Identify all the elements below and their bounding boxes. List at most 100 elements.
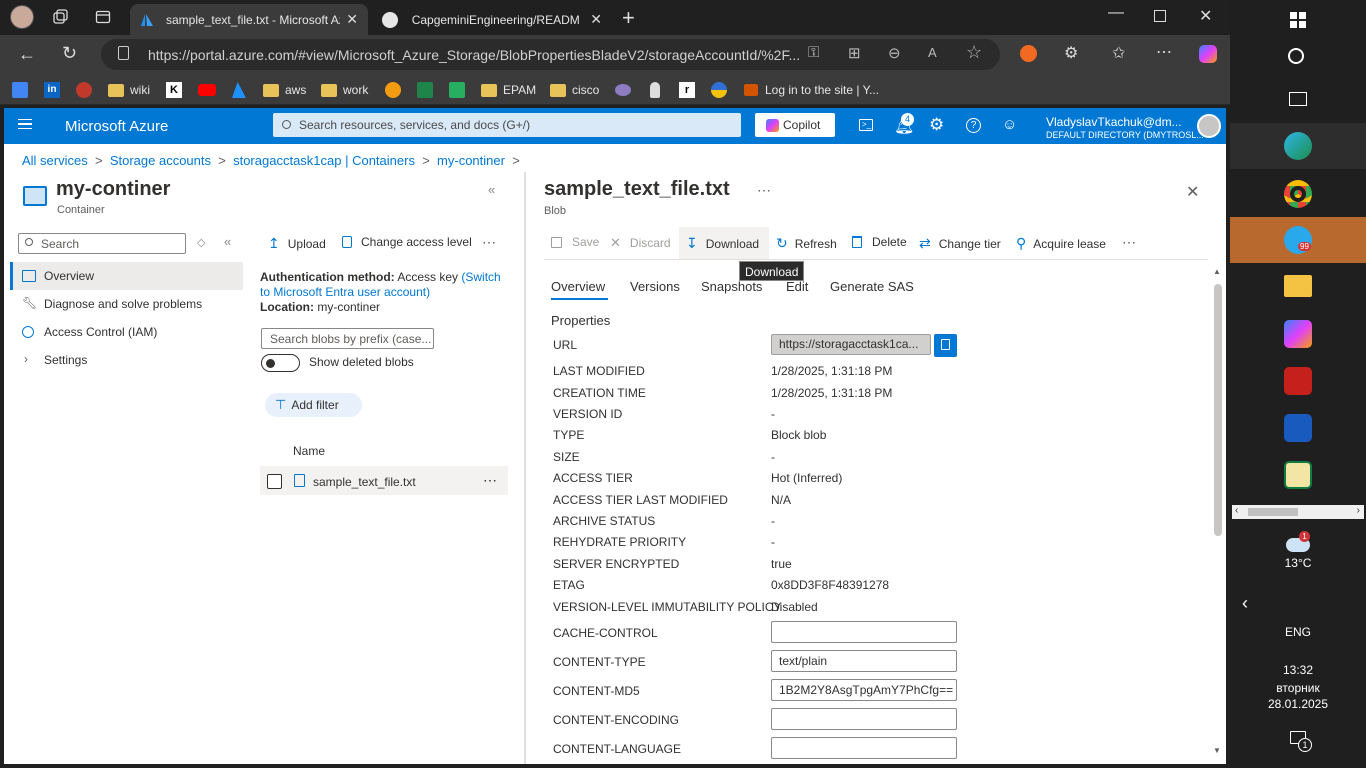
sidebar-item-iam[interactable]: Access Control (IAM) (10, 318, 243, 346)
discard-button[interactable]: ✕ Discard (610, 235, 671, 251)
taskbar-hscroll[interactable]: ‹ › (1232, 505, 1364, 519)
column-name-header[interactable]: Name (293, 444, 325, 458)
new-tab-button[interactable]: + (622, 5, 635, 31)
blob-more-icon[interactable]: ⋯ (757, 182, 771, 199)
bookmark-linkedin-icon[interactable]: in (44, 82, 60, 98)
row-checkbox[interactable] (267, 474, 282, 489)
bookmark-green-icon[interactable] (417, 82, 433, 98)
save-button[interactable]: Save (551, 235, 599, 249)
property-input[interactable]: 1B2M2Y8AsgTpgAmY7PhCfg== (771, 679, 957, 701)
sidebar-item-overview[interactable]: Overview (10, 262, 243, 290)
copy-url-button[interactable] (934, 334, 957, 357)
user-avatar[interactable] (1197, 114, 1221, 138)
more-icon[interactable]: ⋯ (482, 234, 496, 251)
language-indicator[interactable]: ENG (1230, 625, 1366, 639)
read-aloud-icon[interactable]: A (928, 45, 937, 60)
minimize-button[interactable]: — (1108, 4, 1124, 22)
add-filter-button[interactable]: ⊤ Add filter (265, 393, 362, 417)
cloud-shell-icon[interactable]: >_ (859, 119, 873, 131)
bookmark-r-icon[interactable]: r (679, 82, 695, 98)
menu-search-input[interactable]: Search (18, 233, 186, 254)
close-icon[interactable]: ✕ (346, 11, 358, 28)
global-search-input[interactable]: Search resources, services, and docs (G+… (273, 113, 741, 137)
bookmark-eye-icon[interactable] (615, 84, 631, 96)
scroll-down-button[interactable]: ▼ (1213, 746, 1221, 755)
hamburger-menu-icon[interactable] (18, 119, 32, 129)
property-input[interactable] (771, 737, 957, 759)
row-more-icon[interactable]: ⋯ (483, 472, 497, 489)
bookmark-ua-icon[interactable] (711, 82, 727, 98)
more-icon[interactable]: ⋯ (1156, 42, 1172, 62)
tab-edit[interactable]: Edit (786, 279, 808, 294)
collapse-menu-icon[interactable]: « (224, 234, 231, 249)
download-button[interactable]: ↧ Download (686, 235, 759, 252)
bookmark-login[interactable]: Log in to the site | Y... (744, 81, 879, 99)
close-window-button[interactable]: ✕ (1199, 6, 1212, 26)
lock-icon[interactable] (118, 46, 129, 60)
property-input[interactable] (771, 708, 957, 730)
bookmark-cisco[interactable]: cisco (550, 81, 599, 99)
sidebar-item-diagnose[interactable]: 🔧︎ Diagnose and solve problems (10, 290, 243, 318)
sort-icon[interactable]: ◇ (197, 236, 205, 249)
scrollbar-thumb[interactable] (1248, 508, 1298, 516)
scroll-up-button[interactable]: ▲ (1213, 267, 1221, 276)
change-access-level-button[interactable]: Change access level (342, 235, 472, 249)
delete-button[interactable]: Delete (852, 235, 907, 249)
acquire-lease-button[interactable]: ⚲ Acquire lease (1016, 235, 1106, 252)
scroll-right-icon[interactable]: › (1357, 505, 1360, 516)
word-icon[interactable] (1284, 414, 1312, 442)
bookmark-gtranslate-icon[interactable] (12, 82, 28, 98)
extensions-icon[interactable]: ⚙ (1064, 43, 1078, 63)
bookmark-aws[interactable]: aws (263, 81, 306, 99)
refresh-icon[interactable]: ↻ (62, 43, 77, 64)
clock-time[interactable]: 13:32 (1230, 663, 1366, 677)
edge-icon[interactable] (1284, 132, 1312, 160)
collapse-icon[interactable]: « (488, 182, 495, 197)
windows-start-icon[interactable] (1290, 12, 1306, 28)
blob-name-link[interactable]: sample_text_file.txt (313, 475, 416, 489)
change-tier-button[interactable]: ⇄ Change tier (919, 235, 1001, 252)
tab-actions-icon[interactable] (94, 8, 112, 26)
property-input[interactable]: text/plain (771, 650, 957, 672)
breadcrumb-item[interactable]: All services (22, 153, 88, 168)
breadcrumb-item[interactable]: storagacctask1cap | Containers (233, 153, 415, 168)
scroll-left-icon[interactable]: ‹ (1235, 505, 1238, 516)
property-input[interactable] (771, 621, 957, 643)
copilot-sidebar-icon[interactable] (1199, 45, 1217, 63)
bookmark-red-icon[interactable] (76, 82, 92, 98)
tab-azure[interactable]: sample_text_file.txt - Microsoft Az ✕ (130, 4, 368, 35)
restore-button[interactable] (1154, 10, 1166, 22)
zoom-icon[interactable]: ⊖ (888, 44, 901, 62)
close-icon[interactable]: ✕ (590, 11, 602, 28)
refresh-button[interactable]: ↻ Refresh (776, 235, 837, 252)
key-icon[interactable]: ⚿ (808, 44, 819, 61)
bookmark-youtube-icon[interactable] (198, 84, 216, 96)
chrome-icon[interactable] (1284, 180, 1312, 208)
extension-brave-icon[interactable] (1020, 45, 1037, 62)
tab-github[interactable]: CapgeminiEngineering/README.m ✕ (372, 4, 612, 35)
azure-brand[interactable]: Microsoft Azure (65, 118, 168, 135)
blob-search-input[interactable]: Search blobs by prefix (case... (261, 328, 434, 349)
bookmark-work[interactable]: work (321, 81, 368, 99)
search-icon[interactable] (1288, 48, 1304, 64)
tab-snapshots[interactable]: Snapshots (701, 279, 762, 294)
settings-gear-icon[interactable]: ⚙ (929, 115, 944, 135)
sidebar-item-settings[interactable]: › Settings (10, 346, 243, 374)
back-button[interactable]: ← (18, 44, 36, 65)
show-hidden-icons[interactable]: ‹ (1242, 593, 1248, 614)
bookmark-orange-icon[interactable] (385, 82, 401, 98)
bookmark-green2-icon[interactable] (449, 82, 465, 98)
apps-icon[interactable]: ⊞ (848, 44, 861, 62)
profile-avatar[interactable] (10, 5, 34, 29)
bookmark-figure-icon[interactable] (650, 82, 660, 98)
toolbar-more-icon[interactable]: ⋯ (1122, 234, 1136, 251)
help-icon[interactable]: ? (966, 118, 981, 133)
address-bar[interactable]: https://portal.azure.com/#view/Microsoft… (101, 39, 1000, 70)
close-blade-icon[interactable]: ✕ (1186, 182, 1199, 202)
copilot-icon[interactable] (1284, 320, 1312, 348)
workspaces-icon[interactable] (52, 8, 70, 26)
tab-versions[interactable]: Versions (630, 279, 680, 294)
bookmark-wiki[interactable]: wiki (108, 81, 150, 99)
scrollbar-thumb[interactable] (1214, 284, 1222, 536)
breadcrumb-item[interactable]: my-continer (437, 153, 505, 168)
